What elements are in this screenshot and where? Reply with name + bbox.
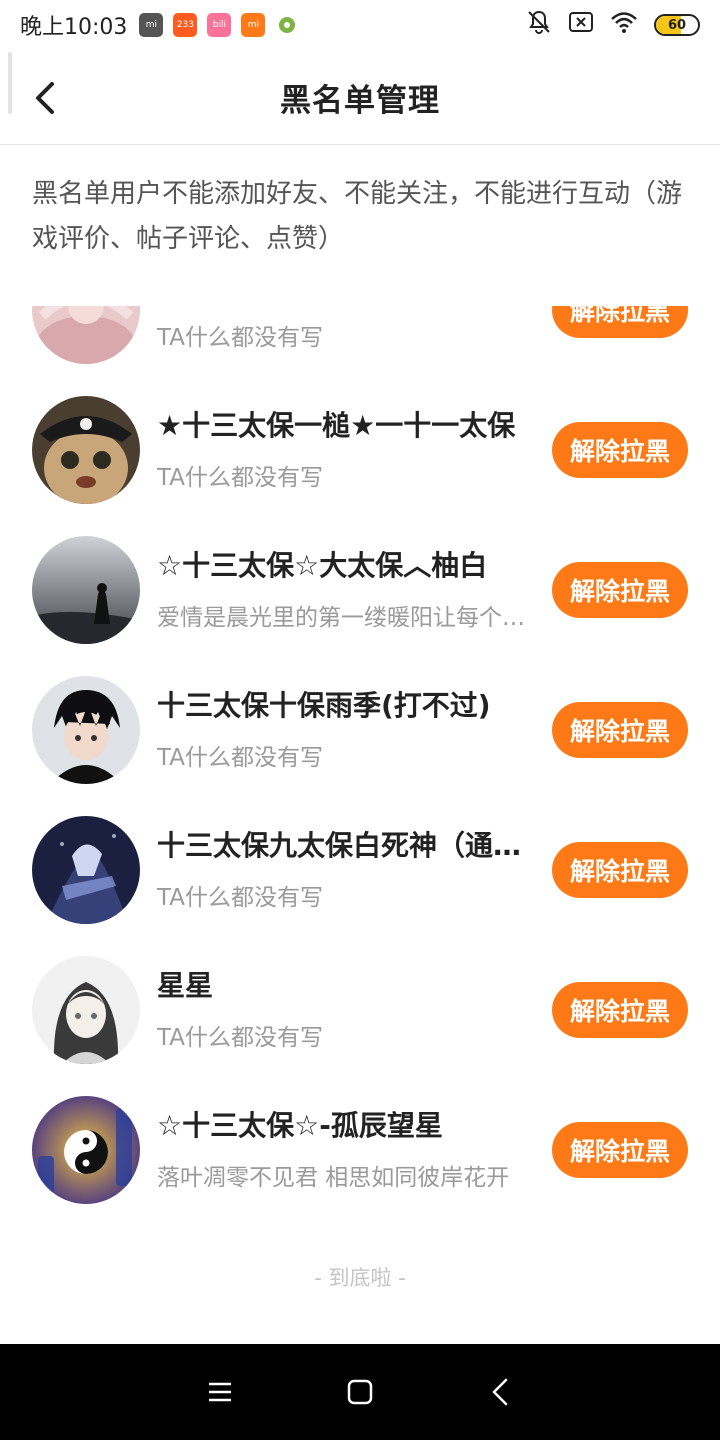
unblock-button[interactable]: 解除拉黑 <box>552 982 688 1038</box>
edge-handle <box>8 52 12 114</box>
blacklist-list[interactable]: TA什么都没有写 解除拉黑 ★十三太保一槌★一十一太保 TA什么都没有写 解除拉黑 ☆十三… <box>0 306 720 1306</box>
user-name[interactable]: ★十三太保一槌★一十一太保 <box>157 404 542 444</box>
battery-icon: 60 <box>654 14 700 36</box>
unblock-button[interactable]: 解除拉黑 <box>552 562 688 618</box>
bilibili-icon: bili <box>207 13 232 37</box>
menu-icon <box>209 1382 231 1402</box>
system-back-button[interactable] <box>480 1372 520 1412</box>
avatar[interactable] <box>32 816 140 924</box>
blacklist-user-row[interactable]: 十三太保九太保白死神（通天之路） TA什么都没有写 解除拉黑 <box>0 792 720 932</box>
blacklist-user-row[interactable]: ☆十三太保☆-孤辰望星落叶凋零不见君 相思如同彼岸花开 解除拉黑 <box>0 1072 720 1212</box>
blacklist-description: 黑名单用户不能添加好友、不能关注，不能进行互动（游戏评价、帖子评论、点赞） <box>32 179 683 254</box>
page-title: 黑名单管理 <box>280 82 440 119</box>
avatar[interactable] <box>32 676 140 784</box>
avatar[interactable] <box>32 396 140 504</box>
avatar[interactable] <box>32 956 140 1064</box>
wifi-icon <box>610 10 638 40</box>
user-bio: TA什么都没有写 <box>157 1025 323 1051</box>
unblock-button[interactable]: 解除拉黑 <box>552 702 688 758</box>
avatar[interactable] <box>32 536 140 644</box>
user-bio: TA什么都没有写 <box>157 465 323 491</box>
mi-app-icon: mi <box>139 13 164 37</box>
user-name[interactable]: 星星 <box>157 964 542 1004</box>
unblock-button[interactable]: 解除拉黑 <box>552 1122 688 1178</box>
unblock-button[interactable]: 解除拉黑 <box>552 842 688 898</box>
recent-apps-button[interactable] <box>200 1372 240 1412</box>
blacklist-user-row[interactable]: 星星 TA什么都没有写 解除拉黑 <box>0 932 720 1072</box>
chevron-left-icon <box>36 82 54 114</box>
home-button[interactable] <box>340 1372 380 1412</box>
app-icon-label: mi <box>145 20 158 30</box>
sim-off-icon <box>568 10 594 40</box>
unblock-button[interactable]: 解除拉黑 <box>552 306 688 338</box>
user-bio: TA什么都没有写 <box>157 885 323 911</box>
user-bio: 落叶凋零不见君 相思如同彼岸花开 <box>157 1165 510 1191</box>
chevron-left-icon <box>492 1378 508 1406</box>
mute-bell-icon <box>526 9 552 41</box>
app-icon-label: mi <box>247 20 260 30</box>
page-header: 黑名单管理 <box>0 50 720 145</box>
blacklist-user-row[interactable]: 十三太保十保雨季(打不过) TA什么都没有写 解除拉黑 <box>0 652 720 792</box>
user-name[interactable]: 十三太保十保雨季(打不过) <box>157 684 542 724</box>
app-icon-label: 233 <box>176 20 194 30</box>
user-name[interactable]: ☆十三太保☆大太保︿柚白 <box>157 544 542 584</box>
user-bio: TA什么都没有写 <box>157 325 323 351</box>
avatar[interactable] <box>32 306 140 364</box>
user-bio: 爱情是晨光里的第一缕暖阳让每个人都心生向往 <box>157 605 537 631</box>
avatar[interactable] <box>32 1096 140 1204</box>
user-name[interactable]: 十三太保九太保白死神（通天之路） <box>157 824 542 864</box>
app-233-icon: 233 <box>173 13 198 37</box>
blacklist-list-inner: TA什么都没有写 解除拉黑 ★十三太保一槌★一十一太保 TA什么都没有写 解除拉黑 ☆十三… <box>0 306 720 1212</box>
user-name[interactable]: ☆十三太保☆-孤辰望星 <box>157 1104 542 1144</box>
blacklist-user-row[interactable]: ☆十三太保☆大太保︿柚白爱情是晨光里的第一缕暖阳让每个人都心生向往解除拉黑 <box>0 512 720 652</box>
back-button[interactable] <box>32 78 64 118</box>
gear-icon <box>279 17 296 33</box>
app-icon-label: bili <box>212 20 227 30</box>
battery-text: 60 <box>667 17 687 33</box>
blacklist-user-row[interactable]: ★十三太保一槌★一十一太保 TA什么都没有写 解除拉黑 <box>0 372 720 512</box>
system-nav-bar <box>0 1344 720 1440</box>
notification-app-icons: mi 233 bili mi <box>139 13 299 37</box>
status-bar: 晚上10:03 mi 233 bili mi 60 <box>0 0 720 50</box>
unblock-button[interactable]: 解除拉黑 <box>552 422 688 478</box>
blacklist-user-row[interactable]: TA什么都没有写 解除拉黑 <box>0 306 720 372</box>
status-time: 晚上10:03 <box>20 15 128 40</box>
end-of-list-text: - 到底啦 - <box>314 1266 406 1290</box>
status-indicators: 60 <box>526 9 700 41</box>
user-bio: TA什么都没有写 <box>157 745 323 771</box>
mi-store-icon: mi <box>241 13 266 37</box>
square-home-icon <box>347 1379 373 1405</box>
settings-app-icon <box>275 13 299 37</box>
